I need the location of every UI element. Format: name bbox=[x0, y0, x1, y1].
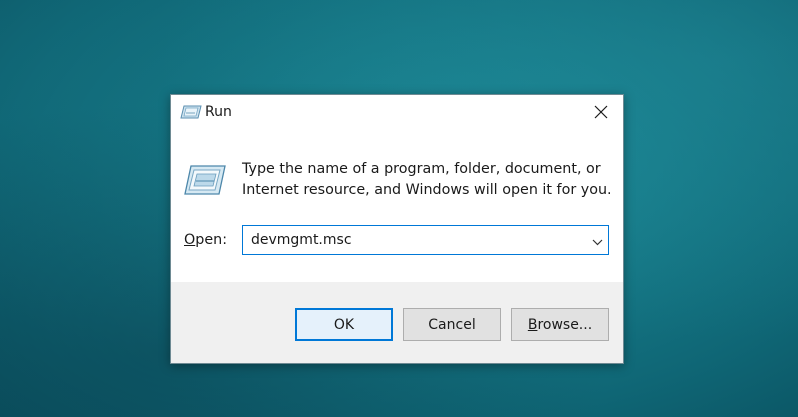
button-bar: OK Cancel Browse... bbox=[171, 282, 623, 363]
close-icon bbox=[594, 104, 608, 123]
browse-button[interactable]: Browse... bbox=[511, 308, 609, 341]
ok-button[interactable]: OK bbox=[295, 308, 393, 341]
chevron-down-icon bbox=[592, 231, 603, 250]
dialog-description: Type the name of a program, folder, docu… bbox=[242, 161, 612, 198]
open-label-text: pen: bbox=[195, 232, 228, 248]
dialog-title: Run bbox=[205, 104, 232, 120]
title-bar[interactable]: Run bbox=[171, 95, 623, 131]
browse-label: rowse... bbox=[537, 316, 593, 333]
command-input[interactable] bbox=[243, 226, 583, 254]
browse-accelerator: B bbox=[527, 316, 538, 333]
run-large-icon bbox=[183, 163, 227, 197]
cancel-button[interactable]: Cancel bbox=[403, 308, 501, 341]
close-button[interactable] bbox=[579, 95, 623, 131]
run-dialog: Run Type the name of a program, folder, … bbox=[170, 94, 624, 364]
command-combobox[interactable] bbox=[242, 225, 609, 255]
run-icon bbox=[180, 104, 202, 120]
dropdown-button[interactable] bbox=[586, 226, 608, 254]
open-label: Open: bbox=[184, 232, 227, 248]
open-label-accelerator: O bbox=[184, 232, 196, 248]
